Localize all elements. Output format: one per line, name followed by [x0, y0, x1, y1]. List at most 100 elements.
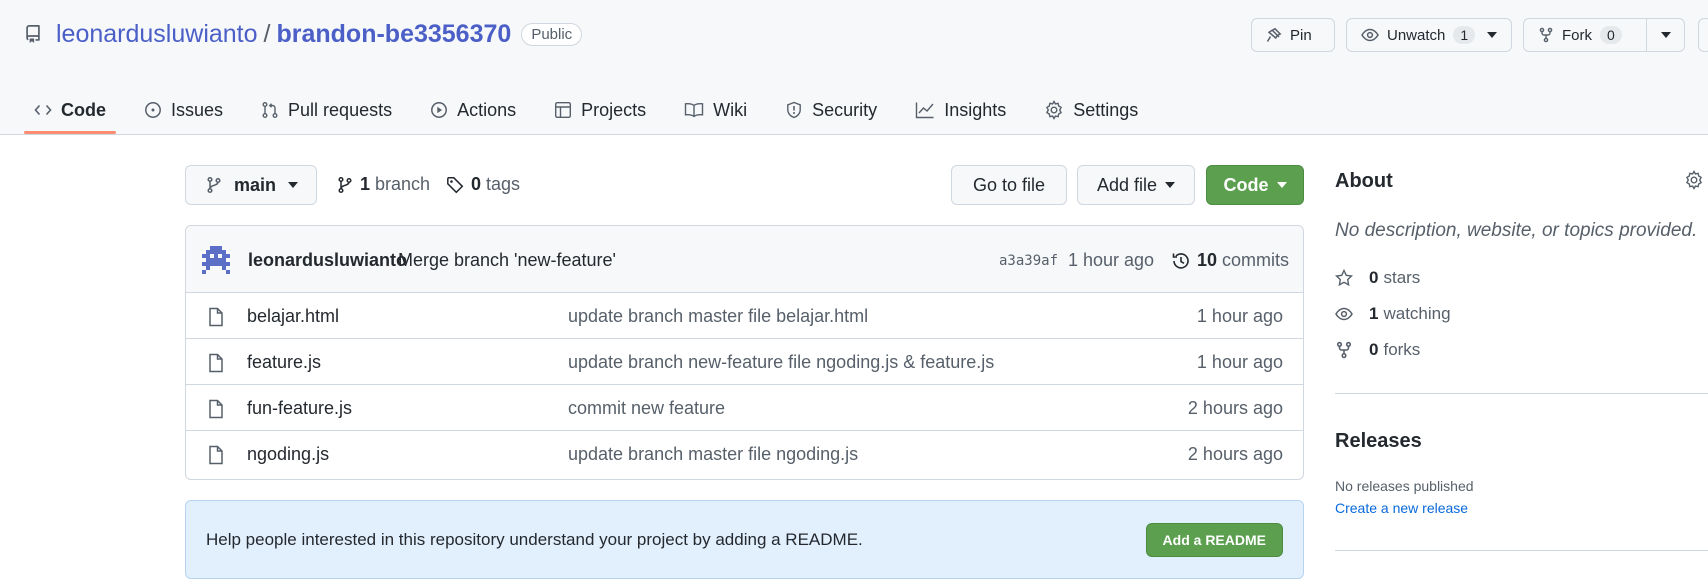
file-row[interactable]: belajar.html update branch master file b…	[186, 293, 1303, 339]
tab-label: Actions	[457, 99, 517, 120]
tab-label: Projects	[581, 99, 647, 120]
code-label: Code	[1223, 174, 1269, 195]
forks-link[interactable]: 0 forks	[1335, 340, 1420, 360]
tab-pull-requests[interactable]: Pull requests	[251, 86, 402, 134]
code-icon	[34, 104, 52, 116]
file-row[interactable]: feature.js update branch new-feature fil…	[186, 339, 1303, 385]
file-icon	[209, 399, 223, 419]
watch-counter: 1	[1453, 26, 1476, 44]
tab-projects[interactable]: Projects	[544, 86, 656, 134]
history-icon	[1172, 252, 1189, 269]
file-icon	[209, 445, 223, 465]
add-file-button[interactable]: Add file	[1077, 165, 1195, 205]
chevron-down-icon	[1165, 182, 1176, 188]
unwatch-button[interactable]: Unwatch 1	[1346, 18, 1512, 52]
pin-label: Pin	[1290, 26, 1312, 44]
commit-time: 1 hour ago	[1068, 250, 1155, 270]
file-commit-time: 2 hours ago	[1187, 398, 1283, 418]
chevron-down-icon	[1487, 32, 1498, 38]
about-description: No description, website, or topics provi…	[1335, 220, 1698, 241]
star-button-edge[interactable]	[1698, 18, 1708, 52]
stars-link[interactable]: 0 stars	[1335, 268, 1420, 288]
stars-count: 0	[1369, 268, 1379, 287]
file-name-link[interactable]: feature.js	[247, 352, 321, 373]
file-commit-time: 2 hours ago	[1187, 444, 1283, 464]
file-icon	[209, 307, 223, 327]
commit-message-link[interactable]: Merge branch 'new-feature'	[398, 250, 616, 271]
add-readme-button[interactable]: Add a README	[1145, 523, 1283, 557]
watching-word: watching	[1383, 304, 1451, 323]
pin-button[interactable]: Pin	[1251, 18, 1335, 52]
tab-code[interactable]: Code	[24, 86, 116, 134]
tab-label: Wiki	[713, 99, 748, 120]
file-commit-message[interactable]: update branch new-feature file ngoding.j…	[568, 352, 994, 373]
about-heading: About	[1335, 170, 1393, 192]
tab-label: Pull requests	[288, 99, 393, 120]
tab-security[interactable]: Security	[775, 86, 887, 134]
unwatch-label: Unwatch	[1387, 26, 1446, 44]
releases-heading[interactable]: Releases	[1335, 430, 1422, 453]
file-row[interactable]: fun-feature.js commit new feature 2 hour…	[186, 385, 1303, 431]
tab-actions[interactable]: Actions	[420, 86, 526, 134]
repo-nav-tabs: Code Issues Pull requests Actions Projec…	[24, 86, 1166, 134]
file-row[interactable]: ngoding.js update branch master file ngo…	[186, 431, 1303, 477]
tab-issues[interactable]: Issues	[134, 86, 233, 134]
commit-sha-link[interactable]: a3a39af	[999, 253, 1058, 269]
branch-word: branch	[375, 174, 431, 194]
repo-owner-link[interactable]: leonardusluwianto	[56, 20, 258, 49]
tab-wiki[interactable]: Wiki	[674, 86, 757, 134]
sidebar-divider	[1335, 393, 1708, 394]
gear-icon[interactable]	[1684, 170, 1704, 190]
readme-prompt: Help people interested in this repositor…	[185, 500, 1304, 579]
fork-dropdown[interactable]	[1646, 19, 1684, 51]
file-commit-message[interactable]: commit new feature	[568, 398, 725, 419]
file-name-link[interactable]: fun-feature.js	[247, 398, 352, 419]
file-commit-message[interactable]: update branch master file belajar.html	[568, 306, 868, 327]
branches-link[interactable]: 1 branch	[337, 174, 430, 195]
chevron-down-icon	[1276, 182, 1287, 188]
file-commit-time: 1 hour ago	[1196, 352, 1283, 372]
repo-title: leonardusluwianto / brandon-be3356370 Pu…	[24, 16, 583, 52]
branch-selector[interactable]: main	[185, 165, 317, 205]
fork-button[interactable]: Fork 0	[1523, 18, 1685, 52]
star-icon	[1335, 269, 1353, 287]
go-to-file-button[interactable]: Go to file	[951, 165, 1067, 205]
watching-count: 1	[1369, 304, 1379, 323]
file-name-link[interactable]: belajar.html	[247, 306, 339, 327]
commit-word: commits	[1222, 250, 1290, 270]
file-name-link[interactable]: ngoding.js	[247, 444, 329, 465]
fork-label: Fork	[1562, 26, 1592, 44]
visibility-badge: Public	[521, 22, 583, 46]
chevron-down-icon	[288, 182, 299, 188]
repo-name-link[interactable]: brandon-be3356370	[276, 20, 511, 49]
watching-link[interactable]: 1 watching	[1335, 304, 1451, 324]
tab-settings[interactable]: Settings	[1034, 86, 1148, 134]
tab-insights[interactable]: Insights	[905, 86, 1016, 134]
readme-prompt-text: Help people interested in this repositor…	[206, 530, 863, 549]
tab-label: Settings	[1073, 99, 1139, 120]
code-button[interactable]: Code	[1206, 165, 1304, 205]
commits-link[interactable]: 10 commits	[1171, 250, 1289, 271]
table-icon	[555, 102, 572, 119]
path-separator: /	[263, 19, 271, 48]
go-to-file-label: Go to file	[972, 174, 1046, 195]
pull-request-icon	[262, 102, 278, 118]
file-commit-time: 1 hour ago	[1196, 306, 1283, 326]
play-icon	[431, 102, 448, 118]
tag-count: 0	[471, 174, 482, 194]
commit-author-link[interactable]: leonardusluwianto	[248, 250, 407, 271]
file-list: leonardusluwianto Merge branch 'new-feat…	[185, 225, 1304, 480]
tab-label: Security	[812, 99, 878, 120]
stars-word: stars	[1383, 268, 1421, 287]
avatar[interactable]	[202, 246, 230, 274]
add-file-label: Add file	[1096, 174, 1158, 195]
file-commit-message[interactable]: update branch master file ngoding.js	[568, 444, 858, 465]
latest-commit-row: leonardusluwianto Merge branch 'new-feat…	[186, 226, 1303, 293]
tag-icon	[447, 176, 464, 193]
tab-label: Insights	[944, 99, 1007, 120]
eye-icon	[1361, 28, 1379, 42]
eye-icon	[1335, 307, 1353, 321]
chevron-down-icon	[1660, 32, 1671, 38]
tags-link[interactable]: 0 tags	[446, 174, 520, 195]
create-release-link[interactable]: Create a new release	[1335, 500, 1468, 516]
